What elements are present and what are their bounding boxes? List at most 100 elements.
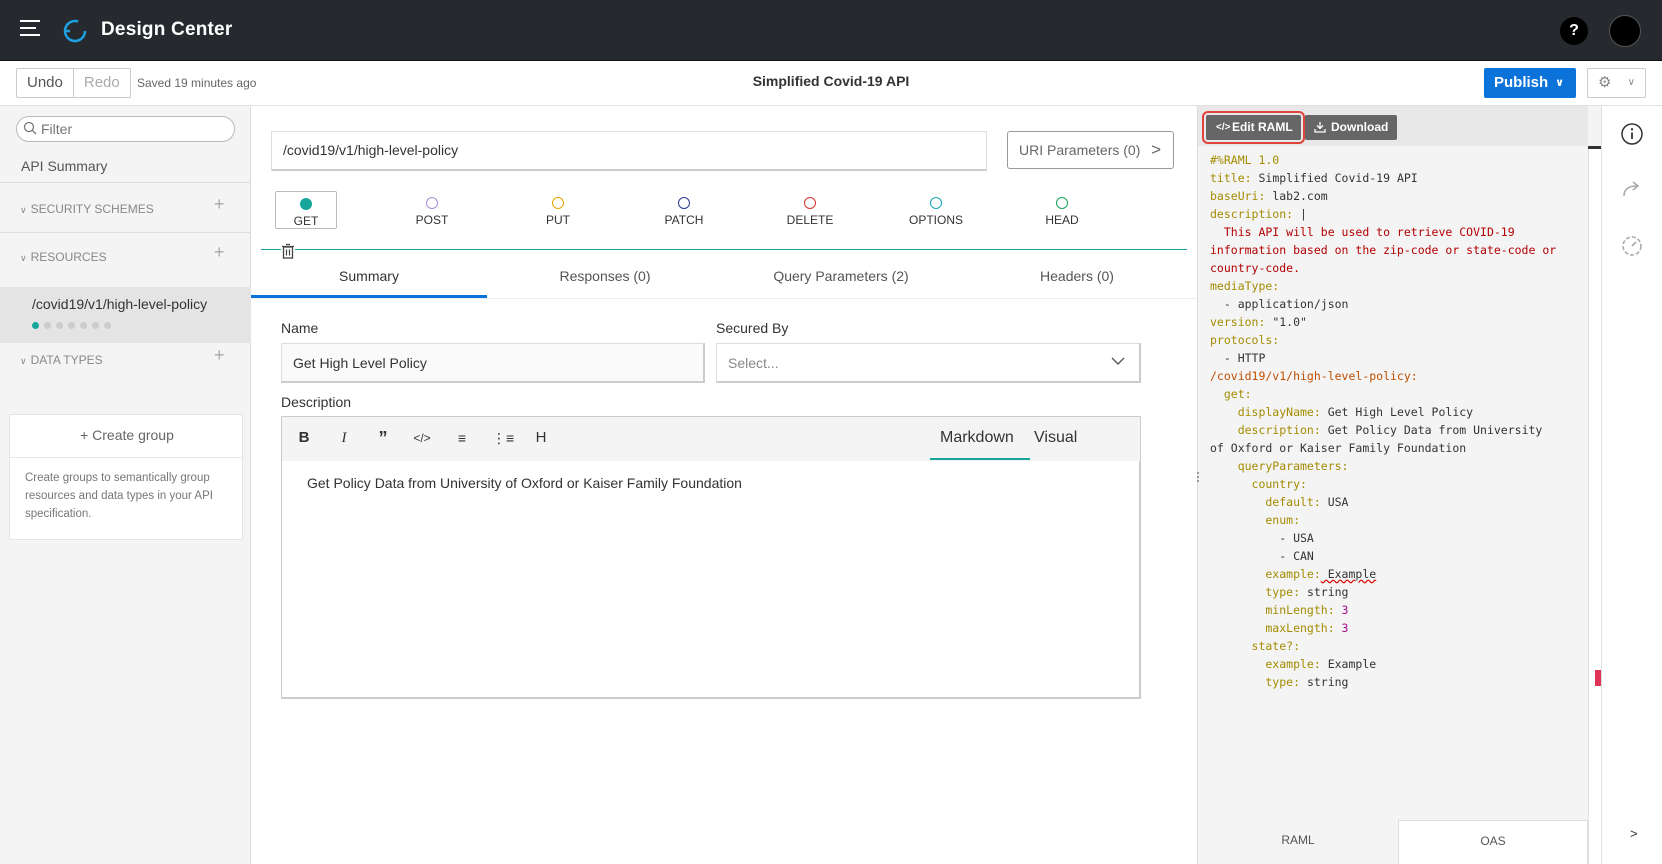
design-center-logo-icon	[63, 19, 87, 43]
raml-code[interactable]: #%RAML 1.0 title: Simplified Covid-19 AP…	[1210, 151, 1556, 691]
description-text[interactable]: Get Policy Data from University of Oxfor…	[307, 475, 742, 491]
edit-raml-button[interactable]: </> Edit RAML	[1202, 111, 1305, 144]
divider	[251, 298, 1197, 299]
code-value: of Oxford or Kaiser Family Foundation	[1210, 441, 1467, 455]
pane-resize-handle[interactable]	[1197, 472, 1201, 486]
name-field[interactable]: Get High Level Policy	[281, 343, 705, 383]
editor-toolbar: B I ” </> ≡ ⋮≡ H Markdown Visual	[282, 417, 1140, 461]
code-key: queryParameters:	[1210, 459, 1349, 473]
code-value: - CAN	[1210, 549, 1314, 563]
gear-icon: ⚙	[1598, 74, 1612, 91]
code-key: type:	[1210, 675, 1301, 689]
uri-parameters-button[interactable]: URI Parameters (0) >	[1007, 131, 1174, 169]
code-scrollbar[interactable]	[1588, 146, 1602, 864]
tab-headers[interactable]: Headers (0)	[959, 258, 1195, 298]
code-line: #%RAML 1.0	[1210, 153, 1280, 167]
download-icon	[1314, 122, 1326, 133]
code-value: string	[1300, 585, 1349, 599]
method-divider	[261, 249, 1187, 250]
code-icon[interactable]: </>	[412, 428, 432, 448]
tab-query-parameters[interactable]: Query Parameters (2)	[723, 258, 959, 298]
right-rail: >	[1601, 106, 1662, 864]
trash-icon[interactable]	[281, 243, 295, 259]
security-schemes-label: SECURITY SCHEMES	[30, 202, 154, 216]
main-editor: /covid19/v1/high-level-policy URI Parame…	[251, 106, 1197, 864]
code-number: 3	[1334, 621, 1349, 635]
search-icon	[23, 121, 37, 135]
method-get[interactable]: GET	[275, 191, 337, 229]
secured-by-select[interactable]: Select...	[716, 343, 1141, 383]
code-key: mediaType:	[1210, 279, 1280, 293]
tab-raml[interactable]: RAML	[1198, 820, 1398, 864]
tab-markdown[interactable]: Markdown	[940, 429, 1014, 447]
code-value: |	[1293, 207, 1307, 221]
code-value: "1.0"	[1265, 315, 1307, 329]
method-head[interactable]: HEAD	[1031, 191, 1093, 229]
method-label: DELETE	[786, 213, 834, 227]
add-data-type-icon[interactable]: +	[214, 345, 225, 366]
chevron-right-icon: >	[1151, 140, 1161, 159]
italic-icon[interactable]: I	[334, 428, 354, 448]
tab-oas[interactable]: OAS	[1398, 820, 1588, 864]
filter-input[interactable]	[41, 120, 226, 138]
code-value: - HTTP	[1210, 351, 1266, 365]
add-security-scheme-icon[interactable]: +	[214, 194, 225, 215]
add-resource-icon[interactable]: +	[214, 242, 225, 263]
method-delete[interactable]: DELETE	[779, 191, 841, 229]
publish-button[interactable]: Publish ∨	[1484, 68, 1576, 98]
sidebar-item-resource[interactable]: /covid19/v1/high-level-policy	[0, 287, 251, 343]
scrollbar-thumb[interactable]	[1588, 146, 1601, 149]
avatar[interactable]	[1609, 15, 1641, 47]
method-label: OPTIONS	[908, 213, 963, 227]
method-post[interactable]: POST	[401, 191, 463, 229]
code-key: default:	[1210, 495, 1321, 509]
method-put[interactable]: PUT	[527, 191, 589, 229]
chevron-down-icon: ∨	[20, 356, 27, 366]
tab-summary[interactable]: Summary	[251, 258, 487, 298]
divider	[0, 232, 251, 233]
code-value: Get Policy Data from University	[1320, 423, 1543, 437]
method-patch[interactable]: PATCH	[653, 191, 715, 229]
settings-button[interactable]: ⚙ ∨	[1587, 68, 1646, 98]
tab-visual[interactable]: Visual	[1034, 429, 1077, 447]
divider	[0, 182, 251, 183]
method-dots	[32, 322, 111, 329]
download-button[interactable]: Download	[1305, 115, 1397, 140]
code-path: /covid19/v1/high-level-policy:	[1210, 369, 1418, 383]
uri-parameters-label: URI Parameters (0)	[1019, 142, 1141, 158]
create-group-button[interactable]: + Create group	[10, 427, 244, 443]
method-label: POST	[415, 213, 449, 227]
code-key: displayName:	[1210, 405, 1321, 419]
heading-icon[interactable]: H	[531, 428, 551, 448]
security-schemes-header[interactable]: ∨ SECURITY SCHEMES	[20, 202, 154, 216]
sidebar: API Summary ∨SECURITY SCHEMES + ∨RESOURC…	[0, 106, 251, 864]
create-group-description: Create groups to semantically group reso…	[25, 472, 213, 520]
divider	[10, 457, 244, 458]
api-summary-link[interactable]: API Summary	[21, 158, 107, 174]
code-value: string	[1300, 675, 1349, 689]
quote-icon[interactable]: ”	[373, 428, 393, 448]
data-types-header[interactable]: ∨ DATA TYPES	[20, 353, 103, 367]
collapse-rail-icon[interactable]: >	[1630, 826, 1638, 841]
ordered-list-icon[interactable]: ≡	[452, 428, 472, 448]
api-title: Simplified Covid-19 API	[752, 73, 910, 89]
code-key: type:	[1210, 585, 1301, 599]
code-value: Get High Level Policy	[1320, 405, 1474, 419]
help-button[interactable]: ?	[1560, 17, 1588, 45]
description-label: Description	[281, 394, 352, 410]
chevron-down-icon: ∨	[1627, 77, 1635, 88]
resource-path-input[interactable]: /covid19/v1/high-level-policy	[271, 131, 987, 171]
resources-header[interactable]: ∨ RESOURCES	[20, 250, 107, 264]
method-options[interactable]: OPTIONS	[905, 191, 967, 229]
bullet-list-icon[interactable]: ⋮≡	[492, 428, 514, 448]
code-key: title:	[1210, 171, 1252, 185]
bold-icon[interactable]: B	[294, 428, 314, 448]
tab-responses[interactable]: Responses (0)	[487, 258, 723, 298]
create-group-card: + Create group Create groups to semantic…	[9, 414, 244, 540]
share-icon[interactable]	[1620, 178, 1644, 202]
info-icon[interactable]	[1620, 122, 1644, 146]
menu-icon[interactable]	[20, 20, 42, 38]
method-label: PATCH	[664, 213, 704, 227]
dashboard-gauge-icon[interactable]	[1620, 234, 1644, 258]
spec-format-tabs: RAML OAS	[1198, 820, 1588, 864]
